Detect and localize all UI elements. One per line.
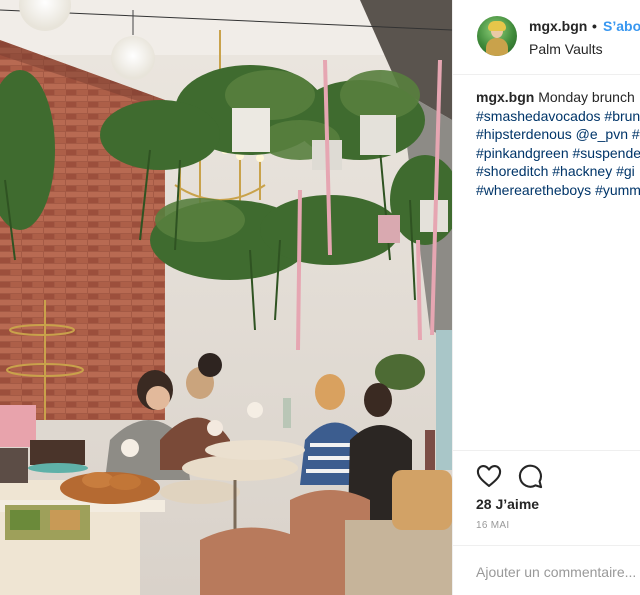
- username-link[interactable]: mgx.bgn: [529, 18, 587, 34]
- hashtag-line[interactable]: #smashedavocados #brun: [476, 107, 640, 126]
- post-date: 16 MAI: [476, 520, 510, 531]
- follow-button[interactable]: S’abo: [603, 18, 640, 34]
- hashtag-line[interactable]: #shoreditch #hackney #gi: [476, 162, 640, 181]
- location-link[interactable]: Palm Vaults: [529, 41, 603, 57]
- likes-count[interactable]: 28 J’aime: [476, 496, 539, 512]
- separator-dot: •: [592, 18, 597, 34]
- cafe-photo: [0, 0, 452, 595]
- caption: mgx.bgn Monday brunch #smashedavocados #…: [476, 88, 640, 199]
- caption-author-link[interactable]: mgx.bgn: [476, 89, 534, 105]
- hashtag-line[interactable]: #hipsterdenous @e_pvn #: [476, 125, 640, 144]
- avatar[interactable]: [477, 16, 517, 56]
- heart-icon[interactable]: [475, 462, 503, 490]
- caption-text: Monday brunch: [538, 89, 635, 105]
- post-side-panel: mgx.bgn • S’abo Palm Vaults mgx.bgn Mond…: [452, 0, 640, 595]
- comment-icon[interactable]: [516, 462, 544, 490]
- hashtag-line[interactable]: #wherearetheboys #yumm: [476, 181, 640, 200]
- caption-first-line: mgx.bgn Monday brunch: [476, 88, 640, 107]
- hashtag-line[interactable]: #pinkandgreen #suspende: [476, 144, 640, 163]
- post-actions: 28 J’aime 16 MAI: [453, 450, 640, 595]
- comment-input[interactable]: [476, 546, 640, 595]
- comment-box: [453, 545, 640, 595]
- post-header: mgx.bgn • S’abo Palm Vaults: [453, 0, 640, 75]
- post-photo[interactable]: [0, 0, 452, 595]
